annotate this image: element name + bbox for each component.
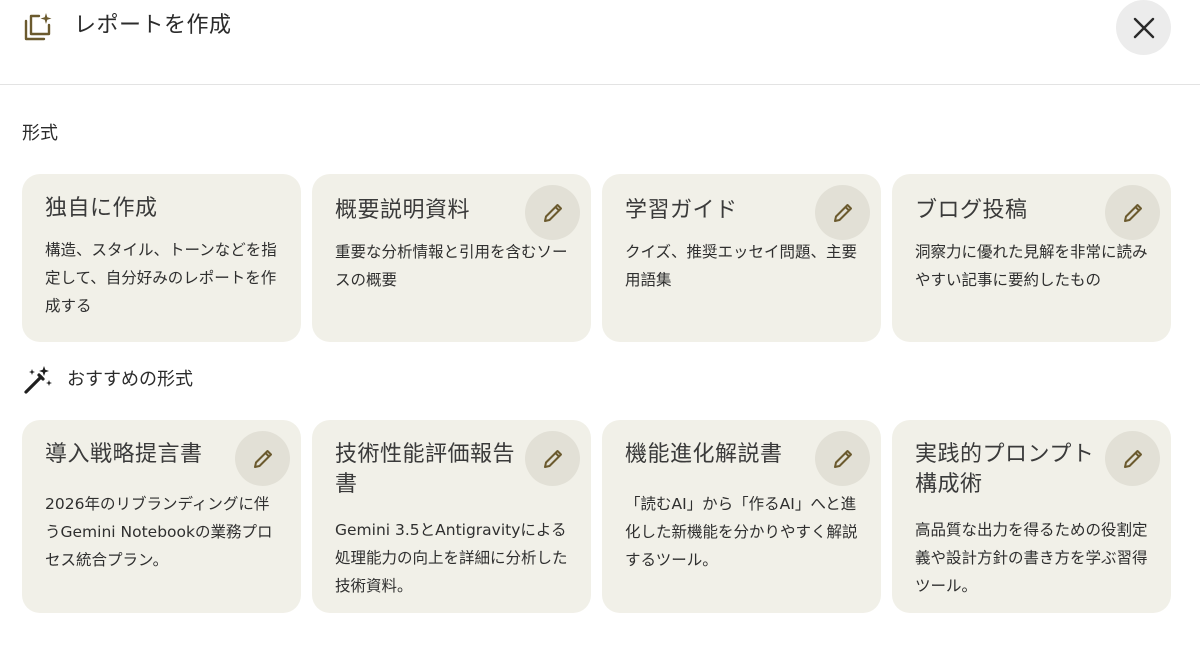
pencil-icon [1123,203,1142,222]
recommended-card-prompt-techniques[interactable]: 実践的プロンプト構成術 高品質な出力を得るための役割定義や設計方針の書き方を学ぶ… [892,420,1171,613]
card-title: 学習ガイド [625,198,738,223]
edit-button[interactable] [815,431,870,486]
card-description: 2026年のリブランディングに伴うGemini Notebookの業務プロセス統… [45,495,273,569]
format-card-briefing[interactable]: 概要説明資料 重要な分析情報と引用を含むソースの概要 [312,174,591,342]
dialog-title: レポートを作成 [74,13,232,38]
edit-button[interactable] [815,185,870,240]
card-title: ブログ投稿 [915,198,1028,223]
edit-button[interactable] [525,431,580,486]
edit-button[interactable] [1105,431,1160,486]
pencil-icon [833,449,852,468]
card-description: 構造、スタイル、トーンなどを指定して、自分好みのレポートを作成する [45,241,277,315]
card-description: Gemini 3.5とAntigravityによる処理能力の向上を詳細に分析した… [335,521,568,595]
pencil-icon [253,449,272,468]
recommended-card-tech-report[interactable]: 技術性能評価報告書 Gemini 3.5とAntigravityによる処理能力の… [312,420,591,613]
pencil-icon [543,449,562,468]
close-icon [1133,17,1154,38]
recommended-card-strategy[interactable]: 導入戦略提言書 2026年のリブランディングに伴うGemini Notebook… [22,420,301,613]
edit-button[interactable] [1105,185,1160,240]
format-section-label: 形式 [22,123,58,144]
edit-button[interactable] [235,431,290,486]
recommended-section-label: おすすめの形式 [67,369,193,390]
card-title: 技術性能評価報告書 [335,442,516,497]
edit-button[interactable] [525,185,580,240]
create-report-dialog: レポートを作成 形式 独自に作成 構造、スタイル、トーンなどを指定して、自分好み… [0,0,1200,666]
card-description: クイズ、推奨エッセイ問題、主要用語集 [625,243,858,289]
card-description: 「読むAI」から「作るAI」へと進化した新機能を分かりやすく解説するツール。 [625,495,858,569]
dialog-header: レポートを作成 [0,0,1200,85]
format-card-study-guide[interactable]: 学習ガイド クイズ、推奨エッセイ問題、主要用語集 [602,174,881,342]
format-card-custom[interactable]: 独自に作成 構造、スタイル、トーンなどを指定して、自分好みのレポートを作成する [22,174,301,342]
recommended-card-feature-guide[interactable]: 機能進化解説書 「読むAI」から「作るAI」へと進化した新機能を分かりやすく解説… [602,420,881,613]
card-title: 独自に作成 [45,196,158,221]
pencil-icon [1123,449,1142,468]
card-description: 高品質な出力を得るための役割定義や設計方針の書き方を学ぶ習得ツール。 [915,521,1148,595]
pencil-icon [543,203,562,222]
close-button[interactable] [1116,0,1171,55]
card-description: 洞察力に優れた見解を非常に読みやすい記事に要約したもの [915,243,1148,289]
format-card-blog-post[interactable]: ブログ投稿 洞察力に優れた見解を非常に読みやすい記事に要約したもの [892,174,1171,342]
report-sparkle-icon [24,13,52,41]
card-title: 実践的プロンプト構成術 [915,442,1095,497]
card-title: 概要説明資料 [335,198,471,223]
card-title: 導入戦略提言書 [45,442,203,467]
card-title: 機能進化解説書 [625,442,783,467]
magic-wand-icon [24,366,52,394]
card-description: 重要な分析情報と引用を含むソースの概要 [335,243,568,289]
pencil-icon [833,203,852,222]
